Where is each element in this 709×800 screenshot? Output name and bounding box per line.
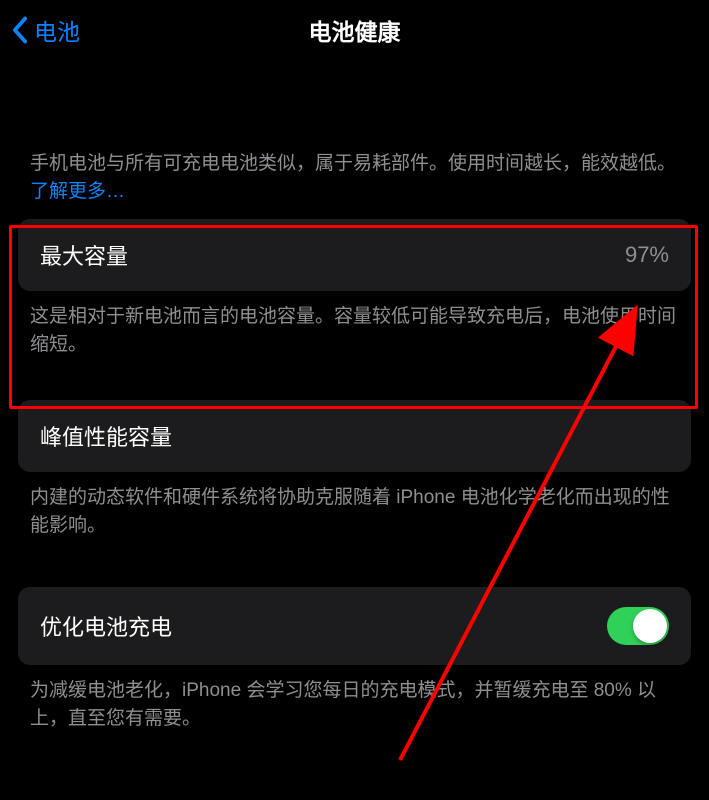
page-title: 电池健康 xyxy=(0,13,709,47)
learn-more-link[interactable]: 了解更多… xyxy=(30,181,125,202)
peak-performance-label: 峰值性能容量 xyxy=(40,420,172,452)
intro-description: 手机电池与所有可充电电池类似，属于易耗部件。使用时间越长，能效越低。了解更多… xyxy=(18,150,691,219)
optimized-charging-toggle[interactable] xyxy=(607,607,669,645)
max-capacity-label: 最大容量 xyxy=(40,239,128,271)
chevron-left-icon xyxy=(12,16,28,44)
optimized-charging-section: 优化电池充电 为减缓电池老化，iPhone 会学习您每日的充电模式，并暂缓充电至… xyxy=(18,587,691,732)
max-capacity-value: 97% xyxy=(625,242,669,268)
max-capacity-section: 最大容量 97% 这是相对于新电池而言的电池容量。容量较低可能导致充电后，电池使… xyxy=(18,219,691,358)
peak-performance-section: 峰值性能容量 内建的动态软件和硬件系统将协助克服随着 iPhone 电池化学老化… xyxy=(18,400,691,539)
peak-performance-footer: 内建的动态软件和硬件系统将协助克服随着 iPhone 电池化学老化而出现的性能影… xyxy=(18,472,691,539)
optimized-charging-cell: 优化电池充电 xyxy=(18,587,691,665)
back-label: 电池 xyxy=(34,13,80,47)
navigation-bar: 电池 电池健康 xyxy=(0,0,709,60)
optimized-charging-label: 优化电池充电 xyxy=(40,610,172,642)
optimized-charging-footer: 为减缓电池老化，iPhone 会学习您每日的充电模式，并暂缓充电至 80% 以上… xyxy=(18,665,691,732)
peak-performance-cell[interactable]: 峰值性能容量 xyxy=(18,400,691,472)
max-capacity-cell[interactable]: 最大容量 97% xyxy=(18,219,691,291)
toggle-knob xyxy=(633,609,667,643)
back-button[interactable]: 电池 xyxy=(12,13,80,47)
max-capacity-footer: 这是相对于新电池而言的电池容量。容量较低可能导致充电后，电池使用时间缩短。 xyxy=(18,291,691,358)
intro-text: 手机电池与所有可充电电池类似，属于易耗部件。使用时间越长，能效越低。 xyxy=(30,153,676,174)
